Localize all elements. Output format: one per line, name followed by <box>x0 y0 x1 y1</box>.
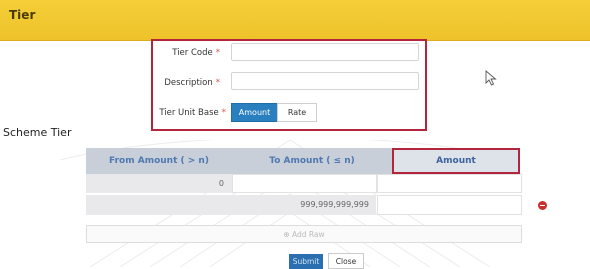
minus-circle-icon[interactable] <box>538 201 547 210</box>
window-title: Tier <box>9 8 36 22</box>
title-bar: Tier <box>0 0 590 41</box>
unit-base-rate-button[interactable]: Rate <box>277 103 317 122</box>
row-1-from-value: 0 <box>218 179 224 188</box>
add-row-button[interactable]: ⊕ Add Raw <box>86 225 522 243</box>
row-2-amount-input[interactable] <box>377 195 522 215</box>
description-input[interactable] <box>231 72 419 90</box>
row-1-amount-input[interactable] <box>377 174 522 193</box>
tier-code-label: Tier Code * <box>172 48 220 58</box>
row-1-to-input[interactable] <box>232 174 377 193</box>
column-amount: Amount <box>392 148 520 174</box>
column-from-amount: From Amount ( > n) <box>109 156 209 166</box>
row-2-to-value: 999,999,999,999 <box>300 200 369 209</box>
tier-unit-base-label: Tier Unit Base * <box>159 108 226 118</box>
scheme-tier-heading: Scheme Tier <box>3 126 72 139</box>
mouse-pointer-icon <box>485 70 497 86</box>
tier-code-input[interactable] <box>231 43 419 61</box>
description-label: Description * <box>164 78 220 88</box>
unit-base-amount-button[interactable]: Amount <box>231 103 278 122</box>
column-to-amount: To Amount ( ≤ n) <box>269 156 355 166</box>
